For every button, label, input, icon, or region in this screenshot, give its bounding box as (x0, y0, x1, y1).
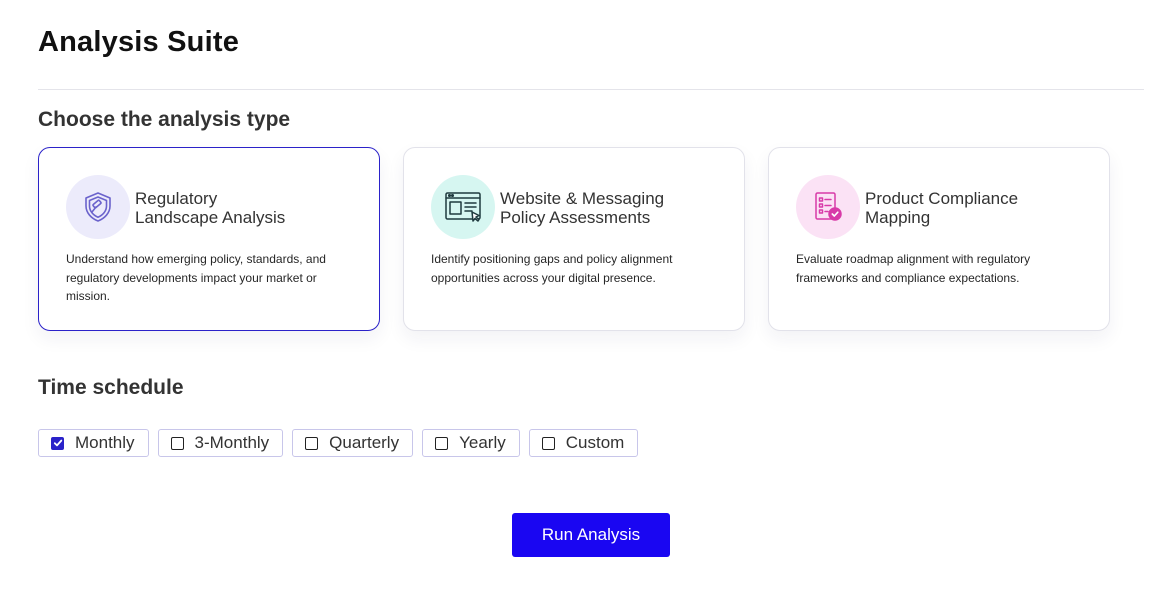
card-description: Evaluate roadmap alignment with regulato… (796, 252, 1031, 285)
option-custom[interactable]: Custom (528, 429, 639, 457)
option-label: Quarterly (329, 433, 400, 452)
card-website-messaging-policy-assessments[interactable]: Website & Messaging Policy Assessments I… (403, 147, 745, 331)
checkbox-icon[interactable] (435, 436, 449, 450)
analysis-type-heading: Choose the analysis type (38, 108, 291, 131)
card-description: Understand how emerging policy, standard… (66, 252, 326, 303)
checkbox-icon[interactable] (541, 436, 555, 450)
option-quarterly[interactable]: Quarterly (292, 429, 414, 457)
card-title: Regulatory Landscape Analysis (135, 189, 286, 227)
browser-document-icon (431, 175, 495, 239)
card-regulatory-landscape-analysis[interactable]: Regulatory Landscape Analysis Understand… (38, 147, 380, 331)
option-3-monthly[interactable]: 3-Monthly (157, 429, 284, 457)
shield-gavel-icon (66, 175, 130, 239)
option-label: 3-Monthly (194, 433, 270, 452)
checkbox-icon[interactable] (305, 436, 319, 450)
time-schedule-options: Monthly 3-Monthly Quarterly Yearly Custo… (38, 429, 639, 457)
option-label: Monthly (75, 433, 135, 452)
page-title: Analysis Suite (38, 26, 240, 58)
checkbox-icon[interactable] (170, 436, 184, 450)
run-analysis-button[interactable]: Run Analysis (512, 513, 670, 557)
checklist-badge-icon (796, 175, 860, 239)
card-description: Identify positioning gaps and policy ali… (431, 252, 673, 285)
checkbox-checked-icon[interactable] (51, 436, 64, 450)
option-yearly[interactable]: Yearly (422, 429, 520, 457)
card-title: Product Compliance Mapping (865, 189, 1019, 227)
time-schedule-heading: Time schedule (38, 376, 184, 399)
card-product-compliance-mapping[interactable]: Product Compliance Mapping Evaluate road… (768, 147, 1110, 331)
option-monthly[interactable]: Monthly (38, 429, 149, 457)
card-title: Website & Messaging Policy Assessments (500, 189, 665, 227)
header-divider (38, 89, 1144, 90)
option-label: Custom (565, 433, 625, 452)
option-label: Yearly (459, 433, 506, 452)
